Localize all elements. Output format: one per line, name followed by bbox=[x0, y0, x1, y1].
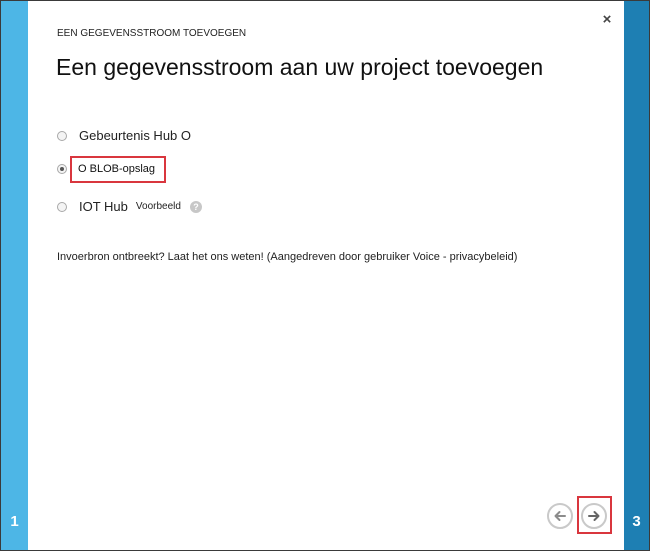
option-blob-storage[interactable]: O BLOB-opslag bbox=[57, 163, 155, 175]
step-number-right: 3 bbox=[632, 513, 641, 530]
arrow-right-icon bbox=[588, 511, 600, 521]
step-number-left: 1 bbox=[10, 513, 19, 530]
dialog-subtitle: EEN GEGEVENSSTROOM TOEVOEGEN bbox=[57, 28, 247, 39]
radio-iot-hub[interactable] bbox=[57, 201, 67, 212]
dialog-title: Een gegevensstroom aan uw project toevoe… bbox=[56, 54, 544, 80]
option-blob-storage-label: O BLOB-opslag bbox=[78, 163, 156, 175]
wizard-dialog: 1 3 × EEN GEGEVENSSTROOM TOEVOEGEN Een g… bbox=[0, 0, 650, 551]
next-button[interactable] bbox=[581, 503, 607, 529]
option-event-hub-label: Gebeurtenis Hub O bbox=[79, 128, 192, 143]
help-icon[interactable]: ? bbox=[189, 200, 202, 213]
radio-event-hub[interactable] bbox=[57, 130, 67, 141]
option-iot-hub[interactable]: IOT Hub Voorbeeld ? bbox=[57, 199, 202, 214]
step-strip-left[interactable]: 1 bbox=[1, 1, 28, 550]
preview-tag: Voorbeeld bbox=[135, 201, 181, 212]
arrow-left-icon bbox=[554, 511, 566, 521]
feedback-link[interactable]: Invoerbron ontbreekt? Laat het ons weten… bbox=[57, 251, 517, 263]
option-iot-hub-label: IOT Hub bbox=[79, 199, 128, 214]
previous-button[interactable] bbox=[547, 503, 573, 529]
step-strip-right[interactable]: 3 bbox=[624, 1, 649, 550]
radio-blob-storage[interactable] bbox=[57, 164, 67, 174]
option-event-hub[interactable]: Gebeurtenis Hub O bbox=[57, 128, 191, 143]
close-icon[interactable]: × bbox=[599, 12, 615, 28]
